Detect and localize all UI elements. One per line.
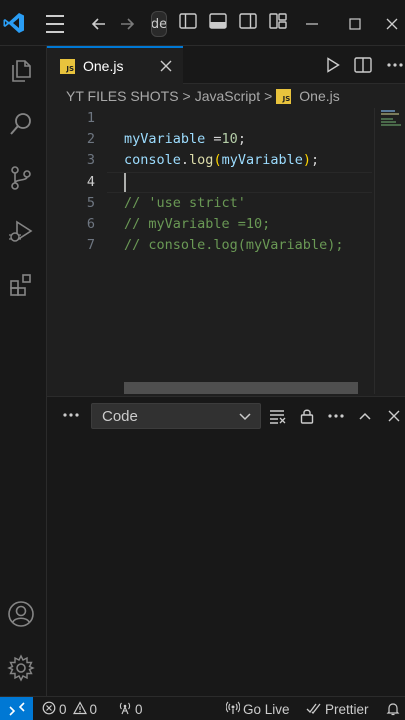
line-number: 1 — [86, 110, 95, 126]
arrow-left-icon[interactable] — [88, 12, 110, 36]
breadcrumb: YT FILES SHOTS > JavaScript > JS One.js — [47, 84, 405, 108]
tab-one-js[interactable]: JS One.js — [47, 46, 183, 84]
lock-icon[interactable] — [296, 405, 318, 427]
double-check-icon — [306, 701, 325, 718]
code-token-paren-close: ) — [302, 152, 311, 168]
ports-count: 0 — [135, 701, 143, 717]
command-center-text: de — [151, 16, 167, 32]
minimap-line — [381, 113, 399, 115]
prettier-label: Prettier — [325, 701, 369, 717]
code-token-variable: myVariable — [124, 131, 206, 147]
tab-close-icon[interactable] — [157, 57, 175, 75]
code-line-6-comment: // myVariable =10; — [124, 216, 271, 232]
line-number-active: 4 — [86, 174, 95, 190]
prettier-button[interactable]: Prettier — [306, 697, 369, 720]
explorer-icon[interactable] — [6, 56, 36, 86]
code-line-3: console.log(myVariable); — [124, 150, 319, 171]
minimize-icon[interactable] — [300, 12, 324, 36]
breadcrumb-separator: > — [264, 88, 273, 104]
antenna-icon — [118, 701, 135, 718]
customize-layout-icon[interactable] — [268, 12, 288, 30]
search-icon[interactable] — [6, 109, 36, 139]
toggle-secondary-sidebar-icon[interactable] — [238, 12, 258, 30]
minimap-line — [381, 118, 393, 120]
run-debug-icon[interactable] — [6, 216, 36, 246]
output-channel-select[interactable]: Code — [91, 403, 261, 429]
problems-indicator[interactable]: 0 0 — [42, 697, 97, 720]
horizontal-scrollbar[interactable] — [124, 382, 358, 394]
output-channel-value: Code — [102, 407, 138, 425]
minimap-line — [381, 121, 396, 123]
breadcrumb-subfolder[interactable]: JavaScript — [195, 88, 260, 104]
code-line-7-comment: // console.log(myVariable); — [124, 237, 344, 253]
warning-icon — [72, 700, 90, 718]
error-count: 0 — [59, 701, 67, 717]
remote-indicator-icon[interactable] — [0, 697, 33, 720]
code-token-paren-open: ( — [213, 152, 222, 168]
activity-bar — [0, 46, 47, 696]
js-file-icon: JS — [60, 58, 75, 74]
output-panel: Code — [47, 396, 405, 696]
accounts-icon[interactable] — [6, 599, 36, 629]
clear-output-icon[interactable] — [267, 405, 289, 427]
toggle-panel-icon[interactable] — [208, 12, 228, 30]
close-panel-icon[interactable] — [383, 405, 405, 427]
line-number: 7 — [86, 237, 95, 253]
ports-indicator[interactable]: 0 — [118, 697, 143, 720]
minimap-line — [381, 124, 401, 126]
editor-tab-bar: JS One.js — [47, 46, 405, 84]
close-icon[interactable] — [382, 12, 402, 36]
menu-icon[interactable] — [44, 12, 66, 36]
go-live-button[interactable]: Go Live — [225, 697, 290, 720]
code-line-5-comment: // 'use strict' — [124, 195, 246, 211]
maximize-icon[interactable] — [345, 12, 365, 36]
code-token-operator: = — [205, 131, 222, 147]
source-control-icon[interactable] — [6, 163, 36, 193]
code-line-2: myVariable =10; — [124, 129, 246, 150]
current-line-highlight — [107, 172, 372, 193]
code-token-argument: myVariable — [221, 152, 303, 168]
line-number: 3 — [86, 152, 95, 168]
code-editor[interactable]: 1 2 3 4 5 6 7 myVariable =10; console.lo… — [47, 108, 405, 394]
minimap[interactable] — [374, 108, 405, 394]
broadcast-icon — [225, 701, 243, 718]
arrow-right-icon[interactable] — [116, 12, 138, 36]
line-number: 2 — [86, 131, 95, 147]
maximize-panel-icon[interactable] — [354, 405, 376, 427]
chevron-down-icon — [238, 409, 252, 427]
go-live-label: Go Live — [243, 701, 290, 717]
code-token-number: 10 — [221, 131, 238, 147]
panel-actions-more-icon[interactable] — [325, 405, 347, 427]
title-bar: de — [0, 0, 405, 46]
error-icon — [42, 701, 59, 718]
minimap-line — [381, 110, 395, 112]
notifications-bell-icon[interactable] — [386, 697, 403, 720]
panel-more-icon[interactable] — [61, 405, 81, 425]
status-bar: 0 0 0 Go Live Prettier — [0, 696, 405, 720]
toggle-sidebar-icon[interactable] — [178, 12, 198, 30]
breadcrumb-separator: > — [182, 88, 191, 104]
run-code-icon[interactable] — [323, 55, 343, 75]
line-number: 5 — [86, 195, 95, 211]
js-file-icon: JS — [276, 88, 292, 104]
split-editor-icon[interactable] — [353, 55, 373, 75]
breadcrumb-folder[interactable]: YT FILES SHOTS — [66, 88, 179, 104]
command-center[interactable]: de — [151, 11, 167, 37]
code-token-semicolon: ; — [237, 131, 246, 147]
settings-gear-icon[interactable] — [6, 653, 36, 683]
extensions-icon[interactable] — [6, 270, 36, 300]
warning-count: 0 — [89, 701, 98, 717]
text-cursor — [124, 173, 126, 192]
vscode-logo-icon — [2, 11, 26, 35]
code-token-semicolon: ; — [311, 152, 320, 168]
tab-label: One.js — [83, 58, 124, 74]
more-actions-icon[interactable] — [385, 55, 405, 75]
code-token-object: console — [124, 152, 181, 168]
line-number: 6 — [86, 216, 95, 232]
code-token-dot: . — [180, 152, 190, 168]
breadcrumb-file-label: One.js — [299, 88, 340, 104]
breadcrumb-file[interactable]: JS One.js — [276, 88, 340, 104]
code-token-function: log — [189, 152, 214, 168]
